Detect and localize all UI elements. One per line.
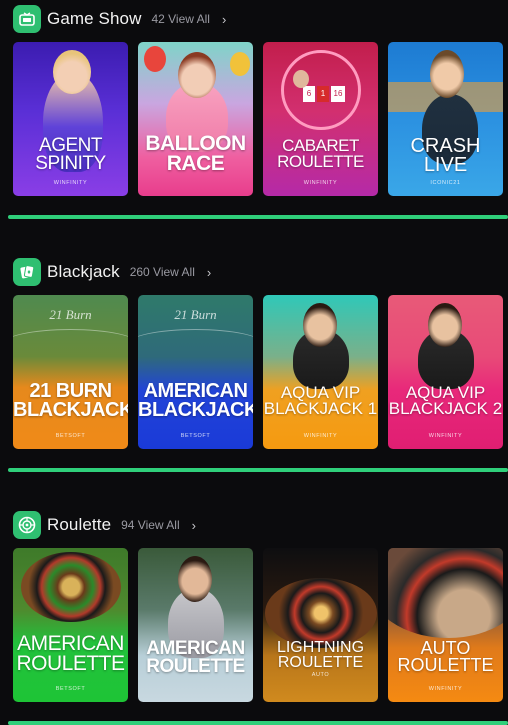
game-art [13, 548, 128, 702]
game-carousel: AMERICAN ROULETTE BETSOFT AMERICAN ROULE… [13, 548, 503, 702]
game-card-cabaret-roulette[interactable]: 6 1 16 CABARET ROULETTE WINFINITY [263, 42, 378, 196]
section-header-game-show: Game Show 42 View All › [13, 5, 226, 33]
game-title: AQUA VIP BLACKJACK 1 [263, 383, 378, 419]
section-title: Game Show [47, 9, 142, 28]
game-art [388, 548, 503, 702]
game-provider: WINFINITY [303, 433, 338, 439]
game-card-american-blackjack[interactable]: 21 Burn AMERICAN BLACKJACK BETSOFT [138, 295, 253, 449]
cards-icon [13, 258, 41, 286]
game-provider: WINFINITY [53, 180, 88, 186]
section-divider [8, 215, 508, 219]
section-header-roulette: Roulette 94 View All › [13, 511, 196, 539]
game-card-agent-spinity[interactable]: AGENT SPINITY WINFINITY [13, 42, 128, 196]
roulette-icon [13, 511, 41, 539]
section-title: Roulette [47, 515, 112, 534]
game-title: 21 BURN BLACKJACK [13, 380, 128, 421]
tv-icon [13, 5, 41, 33]
game-provider: WINFINITY [428, 686, 463, 692]
game-art [263, 548, 378, 702]
game-title: CABARET ROULETTE [277, 136, 364, 172]
game-card-aqua-vip-blackjack-1[interactable]: AQUA VIP BLACKJACK 1 WINFINITY [263, 295, 378, 449]
game-provider: AUTO [311, 672, 330, 678]
section-header-blackjack: Blackjack 260 View All › [13, 258, 211, 286]
game-art: 21 Burn [138, 295, 253, 449]
game-art [138, 548, 253, 702]
game-carousel: 21 Burn 21 BURN BLACKJACK BETSOFT 21 Bur… [13, 295, 503, 449]
game-provider: BETSOFT [55, 686, 86, 692]
game-title: AMERICAN BLACKJACK [138, 380, 253, 421]
game-provider: ICONIC21 [430, 180, 461, 186]
section-title: Blackjack [47, 262, 120, 281]
chevron-right-icon[interactable]: › [192, 518, 196, 533]
game-art: 6 1 16 [263, 42, 378, 196]
chevron-right-icon[interactable]: › [222, 12, 226, 27]
game-title: AGENT SPINITY [35, 135, 106, 175]
game-title: AMERICAN ROULETTE [16, 632, 125, 675]
game-title: BALLOON RACE [145, 132, 246, 175]
game-title: AQUA VIP BLACKJACK 2 [388, 383, 503, 419]
game-card-auto-roulette[interactable]: AUTO ROULETTE WINFINITY [388, 548, 503, 702]
game-card-aqua-vip-blackjack-2[interactable]: AQUA VIP BLACKJACK 2 WINFINITY [388, 295, 503, 449]
game-card-lightning-roulette[interactable]: LIGHTNING ROULETTE AUTO [263, 548, 378, 702]
section-divider [8, 468, 508, 472]
game-art: 21 Burn [13, 295, 128, 449]
view-all-link[interactable]: 260 View All [130, 265, 195, 279]
game-provider: WINFINITY [428, 433, 463, 439]
game-art [263, 295, 378, 449]
game-art [388, 295, 503, 449]
game-card-american-roulette-betsoft[interactable]: AMERICAN ROULETTE BETSOFT [13, 548, 128, 702]
game-carousel: AGENT SPINITY WINFINITY BALLOON RACE 6 1… [13, 42, 503, 196]
game-title: LIGHTNING ROULETTE [276, 639, 365, 672]
view-all-link[interactable]: 42 View All [151, 12, 209, 26]
game-card-american-roulette-live[interactable]: AMERICAN ROULETTE [138, 548, 253, 702]
chevron-right-icon[interactable]: › [207, 265, 211, 280]
game-title: AUTO ROULETTE [397, 638, 494, 676]
game-title: CRASH LIVE [410, 135, 481, 176]
game-card-crash-live[interactable]: CRASH LIVE ICONIC21 [388, 42, 503, 196]
game-provider: BETSOFT [180, 433, 211, 439]
view-all-link[interactable]: 94 View All [121, 518, 179, 532]
section-divider [8, 721, 508, 725]
game-provider: BETSOFT [55, 433, 86, 439]
game-title: AMERICAN ROULETTE [146, 638, 245, 678]
game-provider: WINFINITY [303, 180, 338, 186]
game-card-balloon-race[interactable]: BALLOON RACE [138, 42, 253, 196]
game-card-21-burn-blackjack[interactable]: 21 Burn 21 BURN BLACKJACK BETSOFT [13, 295, 128, 449]
